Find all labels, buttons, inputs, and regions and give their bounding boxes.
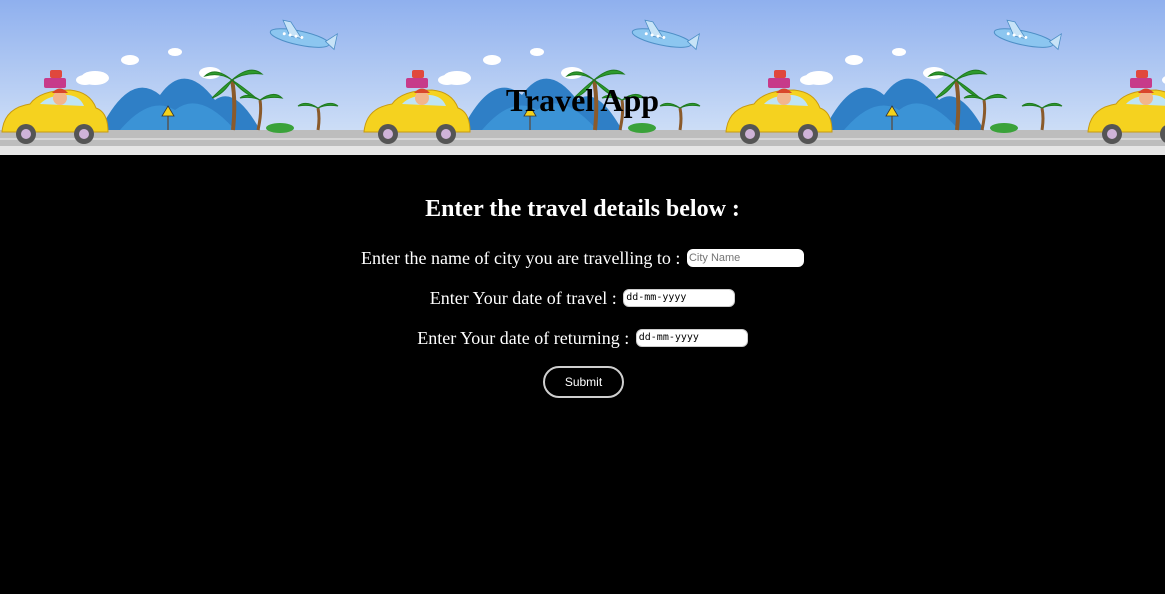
return-date-label: Enter Your date of returning :: [417, 327, 630, 348]
submit-button[interactable]: Submit: [543, 366, 624, 398]
city-label: Enter the name of city you are travellin…: [361, 247, 681, 268]
header-banner: Travel App: [0, 0, 1165, 155]
city-row: Enter the name of city you are travellin…: [0, 244, 1165, 270]
travel-date-label: Enter Your date of travel :: [429, 287, 617, 308]
city-name-input[interactable]: [686, 248, 804, 267]
form-heading: Enter the travel details below :: [425, 196, 740, 222]
travel-date-input[interactable]: dd-mm-yyyy: [623, 288, 736, 307]
travel-date-row: Enter Your date of travel : dd-mm-yyyy: [0, 284, 1165, 310]
app-title: Travel App: [505, 82, 660, 118]
header-background-illustration: [0, 0, 1165, 155]
return-date-input[interactable]: dd-mm-yyyy: [635, 328, 748, 347]
return-date-row: Enter Your date of returning : dd-mm-yyy…: [0, 324, 1165, 350]
